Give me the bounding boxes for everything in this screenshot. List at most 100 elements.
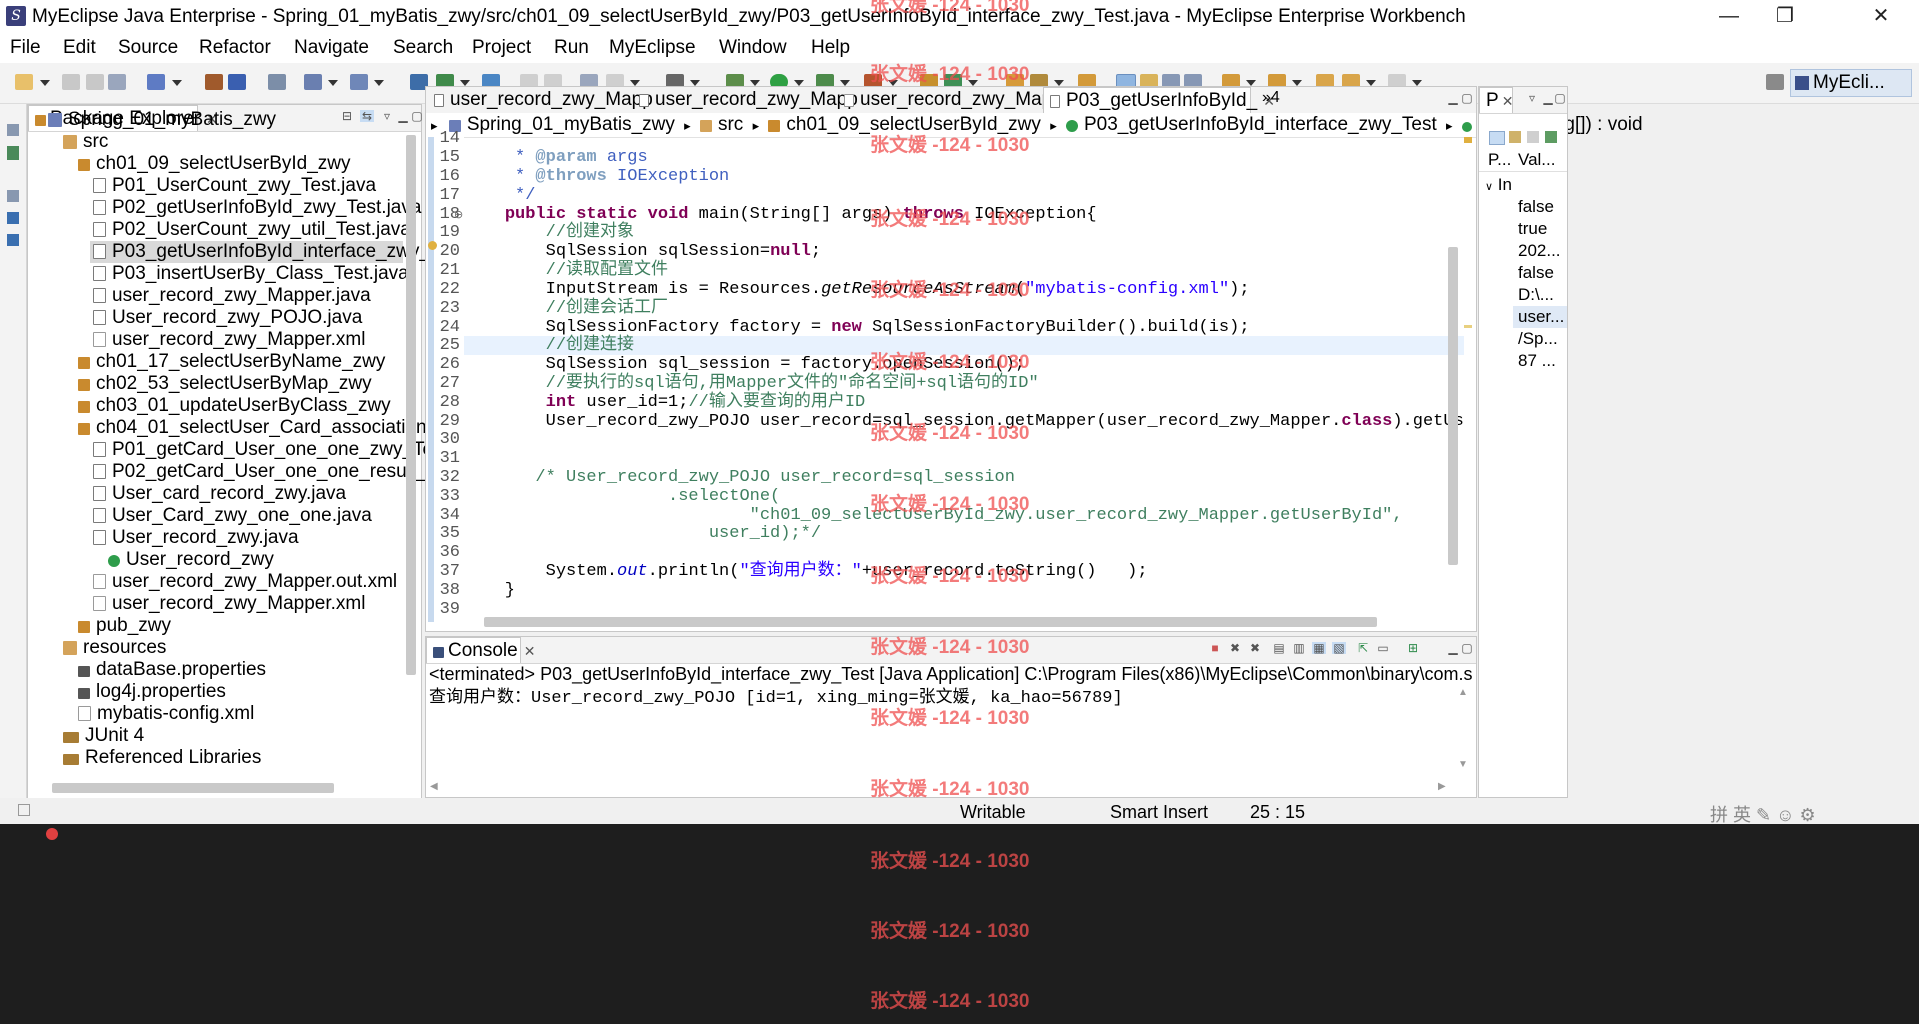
open-type-icon[interactable]	[205, 74, 223, 90]
chevron-down-icon[interactable]	[40, 80, 50, 86]
tree-item-file[interactable]: User_card_record_zwy.java	[93, 483, 346, 505]
show-console-stdout-icon[interactable]: ▦	[1312, 642, 1326, 654]
tree-item-file[interactable]: User_record_zwy_POJO.java	[93, 307, 362, 329]
expand-icon[interactable]	[1545, 131, 1557, 143]
pin-console-icon[interactable]: ⇱	[1356, 642, 1370, 654]
close-icon[interactable]: ✕	[1502, 93, 1514, 109]
variable-value[interactable]: false	[1518, 197, 1554, 217]
new-icon[interactable]	[15, 74, 33, 90]
tab-editor-mapper[interactable]: user_record_zwy_Mapp	[633, 87, 858, 113]
terminate-icon[interactable]: ■	[1208, 642, 1222, 654]
tab-editor-active[interactable]: P03_getUserInfoById_ ✕	[1043, 87, 1275, 113]
variable-value[interactable]: false	[1518, 263, 1554, 283]
maximize-icon[interactable]: ▢	[410, 110, 424, 122]
tab-overflow[interactable]: »4	[1262, 89, 1280, 107]
breadcrumb-item[interactable]: Spring_01_myBatis_zwy	[467, 114, 675, 135]
navigator-icon[interactable]	[7, 234, 19, 246]
tree-item-package[interactable]: pub_zwy	[78, 615, 171, 637]
open-resource-icon[interactable]	[228, 74, 246, 90]
horizontal-scrollbar[interactable]	[52, 783, 334, 793]
restore-icon[interactable]	[7, 124, 19, 136]
print-icon[interactable]	[108, 74, 126, 90]
tree-item-file[interactable]: user_record_zwy_Mapper.xml	[93, 329, 365, 351]
tree-item-file[interactable]: P02_getUserInfoById_zwy_Test.java	[93, 197, 421, 219]
show-type-names-icon[interactable]	[1509, 131, 1521, 143]
overview-ruler-marker[interactable]	[1464, 137, 1472, 143]
tree-item-library[interactable]: JUnit 4	[63, 725, 144, 747]
menu-project[interactable]: Project	[472, 37, 531, 59]
perspective-myeclipse[interactable]: MyEcli...	[1790, 69, 1912, 97]
chevron-down-icon[interactable]	[328, 80, 338, 86]
save-all-icon[interactable]	[86, 74, 104, 90]
tree-item-file[interactable]: P03_insertUserBy_Class_Test.java	[93, 263, 409, 285]
column-header-name[interactable]: P...	[1488, 150, 1511, 170]
close-icon[interactable]: ✕	[524, 643, 536, 659]
close-button[interactable]: ✕	[1853, 0, 1909, 33]
scroll-lock-icon[interactable]: ▥	[1292, 642, 1306, 654]
remove-all-icon[interactable]: ✖	[1248, 642, 1262, 654]
minimize-icon[interactable]: ▁	[1446, 92, 1460, 104]
menu-help[interactable]: Help	[811, 37, 850, 59]
variable-value[interactable]: 202...	[1518, 241, 1561, 261]
tree-item-project[interactable]: Spring_01_myBatis_zwy	[48, 109, 276, 131]
minimize-button[interactable]: —	[1701, 0, 1757, 33]
tree-item-library[interactable]: Referenced Libraries	[63, 747, 261, 769]
show-console-stderr-icon[interactable]: ▧	[1332, 642, 1346, 654]
chevron-down-icon[interactable]	[172, 80, 182, 86]
menu-file[interactable]: File	[10, 37, 41, 59]
tree-item-file[interactable]: mybatis-config.xml	[78, 703, 254, 725]
tree-item-file[interactable]: user_record_zwy_Mapper.out.xml	[93, 571, 397, 593]
scroll-down-icon[interactable]: ▼	[1458, 759, 1468, 770]
debug-server-icon[interactable]	[268, 74, 286, 90]
search-icon[interactable]	[350, 74, 368, 90]
variable-value[interactable]: 87 ...	[1518, 351, 1556, 371]
tree-item-file-selected[interactable]: P03_getUserInfoById_interface_zwy_Test.j	[90, 241, 474, 263]
scroll-left-icon[interactable]: ◀	[430, 781, 438, 792]
variable-value[interactable]: D:\...	[1518, 285, 1554, 305]
new-server-icon[interactable]	[147, 74, 165, 90]
tree-item-file[interactable]: User_record_zwy.java	[93, 527, 299, 549]
minimize-icon[interactable]: ▁	[1446, 642, 1460, 654]
save-icon[interactable]	[62, 74, 80, 90]
tree-item-package[interactable]: ch02_53_selectUserByMap_zwy	[78, 373, 372, 395]
tree-item-file[interactable]: log4j.properties	[78, 681, 226, 703]
collapse-all-icon[interactable]: ⊟	[340, 110, 354, 122]
variables-group[interactable]: ∨ In	[1485, 175, 1512, 195]
menu-window[interactable]: Window	[719, 37, 787, 59]
scroll-up-icon[interactable]: ▲	[1458, 687, 1468, 698]
tree-item-class[interactable]: User_record_zwy	[108, 549, 274, 571]
scroll-right-icon[interactable]: ▶	[1438, 781, 1446, 792]
view-menu-icon[interactable]: ▿	[380, 110, 394, 122]
remove-launch-icon[interactable]: ✖	[1228, 642, 1242, 654]
tree-item-src[interactable]: src	[63, 131, 108, 153]
breadcrumb-item[interactable]: src	[718, 114, 743, 135]
tree-item-file[interactable]: user_record_zwy_Mapper.java	[93, 285, 371, 307]
variable-value[interactable]: true	[1518, 219, 1547, 239]
tree-item-package[interactable]: ch01_17_selectUserByName_zwy	[78, 351, 385, 373]
horizontal-scrollbar[interactable]	[484, 617, 1377, 627]
menu-source[interactable]: Source	[118, 37, 178, 59]
tree-item-file[interactable]: user_record_zwy_Mapper.xml	[93, 593, 365, 615]
collapse-tree-icon[interactable]	[1489, 131, 1505, 145]
clear-console-icon[interactable]: ▤	[1272, 642, 1286, 654]
fold-icon[interactable]: ⊖	[454, 208, 463, 221]
overview-ruler-marker[interactable]	[1464, 325, 1472, 328]
tree-item-file[interactable]: P02_getCard_User_one_one_result_zwy_T	[93, 461, 482, 483]
vertical-scrollbar[interactable]	[406, 135, 416, 675]
menu-edit[interactable]: Edit	[63, 37, 96, 59]
show-logical-structure-icon[interactable]	[1527, 131, 1539, 143]
variable-value[interactable]: /Sp...	[1518, 329, 1558, 349]
menu-search[interactable]: Search	[393, 37, 453, 59]
deploy-icon[interactable]	[304, 74, 322, 90]
tree-item-file[interactable]: P02_UserCount_zwy_util_Test.java	[93, 219, 411, 241]
fast-view-icon[interactable]	[18, 804, 30, 816]
menu-run[interactable]: Run	[554, 37, 589, 59]
chevron-down-icon[interactable]	[374, 80, 384, 86]
breadcrumb-item[interactable]: P03_getUserInfoById_interface_zwy_Test	[1084, 114, 1437, 135]
tree-item-file[interactable]: P01_UserCount_zwy_Test.java	[93, 175, 376, 197]
restore-icon[interactable]	[7, 190, 19, 202]
menu-myeclipse[interactable]: MyEclipse	[609, 37, 696, 59]
vertical-scrollbar[interactable]	[1448, 247, 1458, 565]
tree-item-file[interactable]: dataBase.properties	[78, 659, 266, 681]
tree-item-resources[interactable]: resources	[63, 637, 166, 659]
